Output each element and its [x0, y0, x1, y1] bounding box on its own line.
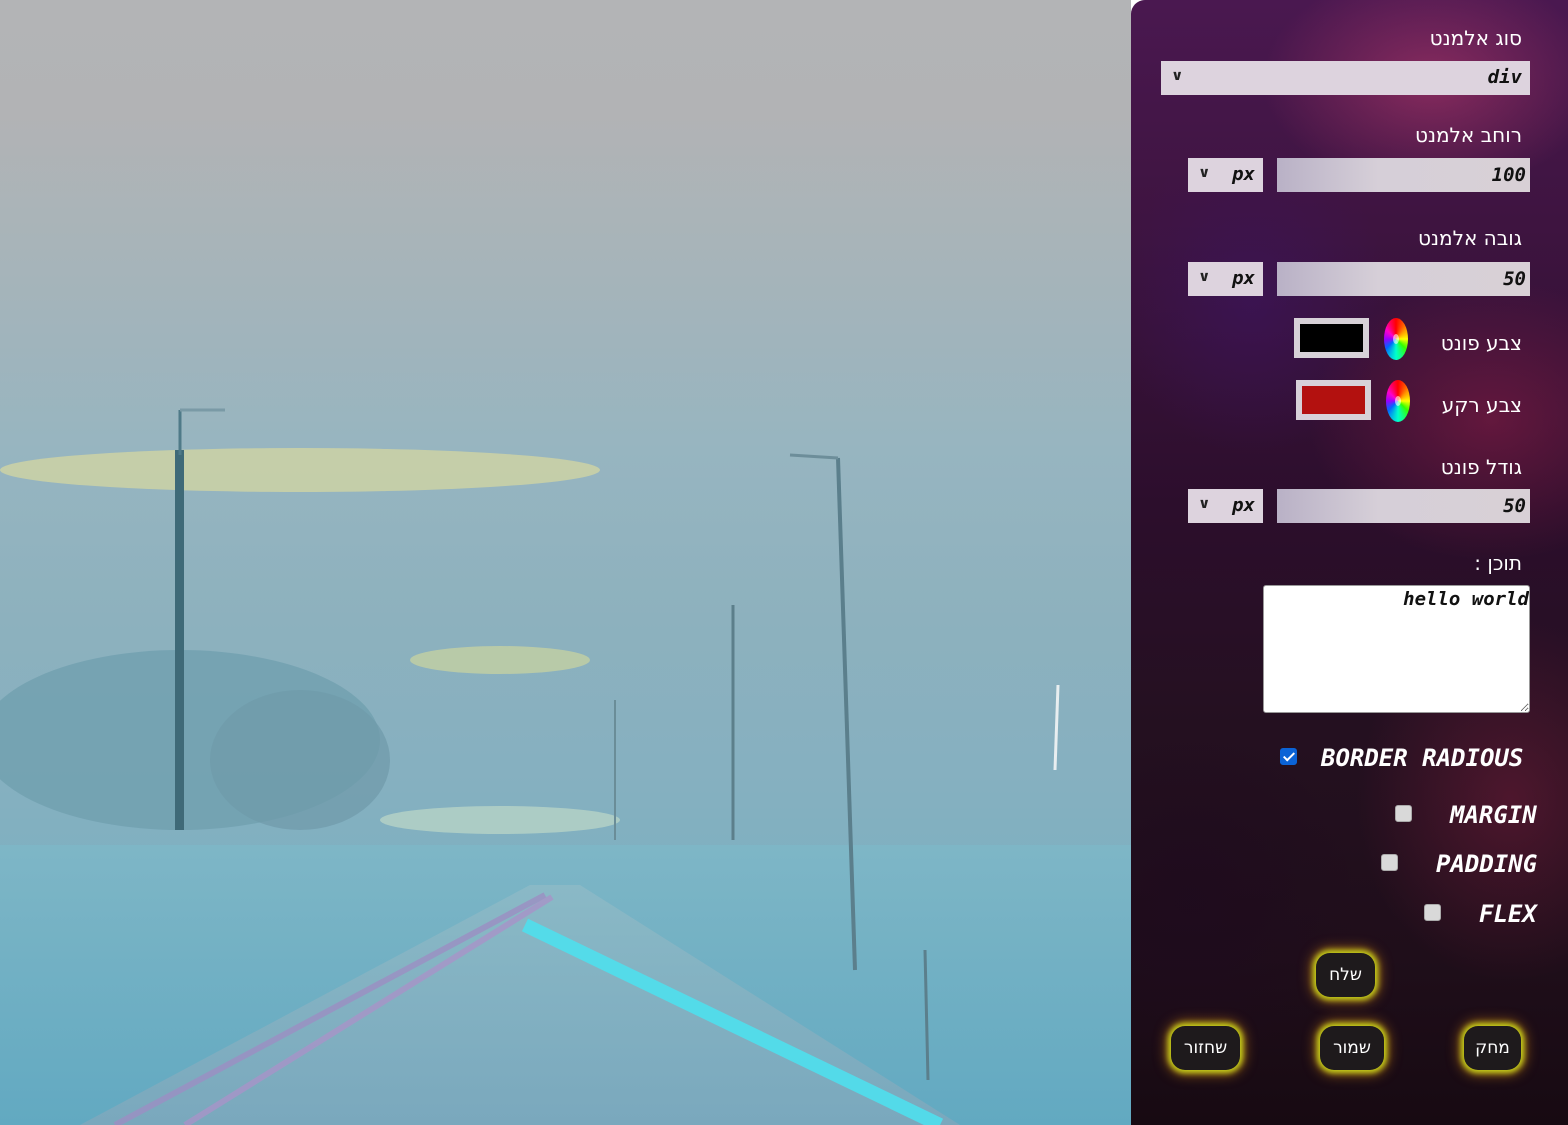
road-landscape-image	[0, 408, 1131, 1125]
margin-label: MARGIN	[1450, 801, 1537, 829]
font-size-unit-select[interactable]: ∨ px	[1188, 489, 1263, 523]
padding-checkbox[interactable]	[1381, 854, 1398, 871]
margin-checkbox[interactable]	[1395, 805, 1412, 822]
width-input[interactable]: 100	[1277, 158, 1530, 192]
content-label: תוכן :	[1474, 551, 1522, 575]
delete-button[interactable]: מחק	[1464, 1026, 1521, 1070]
font-color-label: צבע פונט	[1440, 331, 1522, 355]
color-wheel-icon	[1384, 318, 1408, 360]
padding-label: PADDING	[1436, 850, 1538, 878]
save-button[interactable]: שמור	[1320, 1026, 1384, 1070]
font-size-label: גודל פונט	[1440, 455, 1522, 479]
bg-color-swatch	[1302, 386, 1365, 414]
border-radius-checkbox[interactable]	[1280, 748, 1297, 765]
flex-label: FLEX	[1479, 900, 1537, 928]
flex-checkbox[interactable]	[1424, 904, 1441, 921]
color-wheel-icon	[1386, 380, 1410, 422]
chevron-down-icon: ∨	[1198, 165, 1210, 181]
bg-color-picker[interactable]	[1296, 380, 1371, 420]
width-unit-select[interactable]: ∨ px	[1188, 158, 1263, 192]
width-label: רוחב אלמנט	[1414, 123, 1522, 147]
height-unit-value: px	[1232, 267, 1255, 289]
height-unit-select[interactable]: ∨ px	[1188, 262, 1263, 296]
font-color-swatch	[1300, 324, 1363, 352]
element-type-label: סוג אלמנט	[1429, 26, 1522, 50]
element-type-value: div	[1487, 66, 1522, 88]
send-button[interactable]: שלח	[1316, 953, 1375, 997]
element-type-select[interactable]: ∨ div	[1161, 61, 1530, 95]
font-color-picker[interactable]	[1294, 318, 1369, 358]
chevron-down-icon: ∨	[1198, 496, 1210, 512]
bg-color-label: צבע רקע	[1441, 393, 1522, 417]
content-textarea[interactable]	[1263, 585, 1530, 713]
chevron-down-icon: ∨	[1171, 68, 1183, 84]
width-unit-value: px	[1232, 163, 1255, 185]
height-label: גובה אלמנט	[1418, 226, 1522, 250]
element-builder-panel: סוג אלמנט ∨ div רוחב אלמנט ∨ px 100 גובה…	[1131, 0, 1568, 1125]
font-size-input[interactable]: 50	[1277, 489, 1530, 523]
height-input[interactable]: 50	[1277, 262, 1530, 296]
background-scene	[0, 0, 1131, 1125]
border-radius-label: BORDER RADIOUS	[1321, 744, 1524, 772]
font-size-unit-value: px	[1232, 494, 1255, 516]
restore-button[interactable]: שחזור	[1171, 1026, 1240, 1070]
chevron-down-icon: ∨	[1198, 269, 1210, 285]
